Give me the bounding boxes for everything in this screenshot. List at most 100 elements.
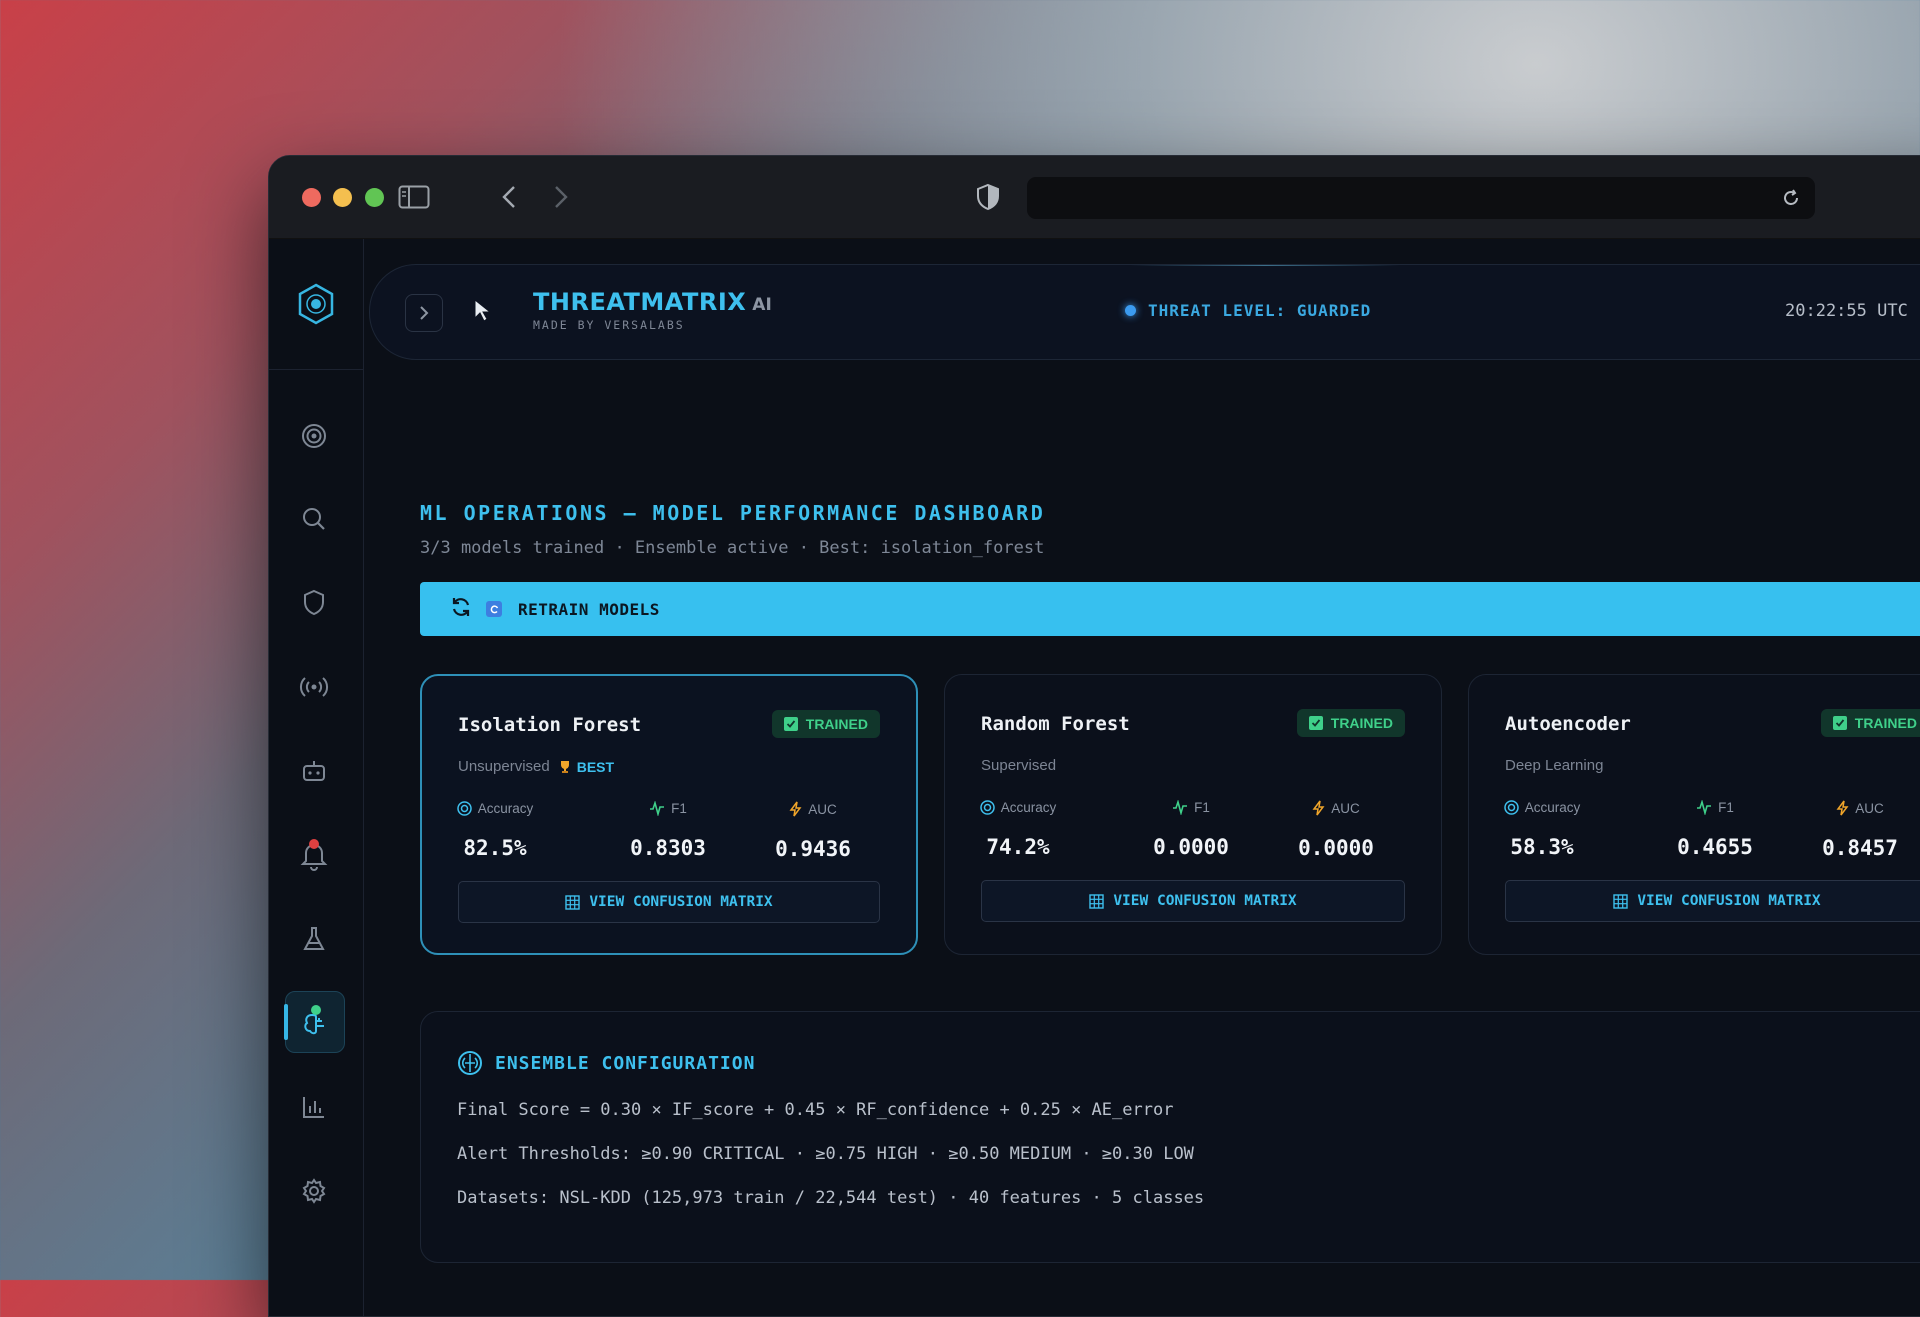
sidebar-item-search[interactable] <box>285 489 343 549</box>
metric-auc: AUC 0.0000 <box>1266 800 1406 861</box>
model-type: Supervised <box>981 757 1056 774</box>
hexagon-logo-icon <box>298 283 334 325</box>
metric-label: Accuracy <box>1524 800 1581 815</box>
page-subtitle: 3/3 models trained · Ensemble active · B… <box>420 538 1045 558</box>
model-card-random-forest[interactable]: Random Forest TRAINED Supervised Accurac… <box>944 674 1442 955</box>
page-title: ML OPERATIONS — MODEL PERFORMANCE DASHBO… <box>420 501 1046 525</box>
status-badge-label: TRAINED <box>1330 715 1393 731</box>
sidebar-item-settings[interactable] <box>285 1161 343 1221</box>
activity-icon <box>1173 800 1188 815</box>
metric-value: 74.2% <box>986 835 1050 859</box>
metric-f1: F1 0.0000 <box>1121 800 1261 859</box>
flask-icon <box>303 927 325 950</box>
model-name: Autoencoder <box>1505 713 1631 735</box>
sidebar-item-lab[interactable] <box>285 909 343 969</box>
shield-icon <box>304 589 324 616</box>
metric-value: 58.3% <box>1510 835 1574 859</box>
view-confusion-matrix-button[interactable]: VIEW CONFUSION MATRIX <box>458 881 880 923</box>
app-header: THREATMATRIX AI MADE BY VERSALABS THREAT … <box>369 264 1920 360</box>
back-icon[interactable] <box>499 178 519 216</box>
reload-icon[interactable] <box>1781 188 1801 213</box>
bell-icon <box>300 839 328 871</box>
address-bar[interactable] <box>1027 177 1815 219</box>
activity-icon <box>1697 800 1712 815</box>
metric-label: AUC <box>808 801 837 817</box>
ensemble-configuration-panel: ENSEMBLE CONFIGURATION Final Score = 0.3… <box>420 1011 1920 1263</box>
view-confusion-matrix-button[interactable]: VIEW CONFUSION MATRIX <box>981 880 1405 922</box>
minimize-window-button[interactable] <box>333 188 352 207</box>
metric-value: 0.4655 <box>1677 835 1753 859</box>
brain-icon <box>304 1005 324 1035</box>
grid-icon <box>565 894 581 910</box>
metric-value: 0.0000 <box>1298 836 1374 860</box>
privacy-shield-icon[interactable] <box>974 178 1002 216</box>
sidebar-toggle-icon[interactable] <box>397 178 431 216</box>
metric-value: 0.8303 <box>630 836 706 860</box>
sidebar-item-automation[interactable] <box>285 741 343 801</box>
forward-icon[interactable] <box>551 178 571 216</box>
sidebar-item-ml-ops[interactable] <box>284 991 345 1053</box>
ensemble-thresholds: Alert Thresholds: ≥0.90 CRITICAL · ≥0.75… <box>457 1144 1194 1164</box>
model-card-isolation-forest[interactable]: Isolation Forest TRAINED Unsupervised BE… <box>420 674 918 955</box>
trophy-icon <box>560 760 569 773</box>
ensemble-formula: Final Score = 0.30 × IF_score + 0.45 × R… <box>457 1100 1174 1120</box>
app-sidebar <box>269 239 364 1316</box>
grid-icon <box>1089 893 1105 909</box>
metric-f1: F1 0.8303 <box>598 801 738 860</box>
metric-accuracy: Accuracy 74.2% <box>948 800 1088 859</box>
maximize-window-button[interactable] <box>365 188 384 207</box>
model-name: Random Forest <box>981 713 1130 735</box>
lightning-icon <box>1836 800 1849 816</box>
view-confusion-matrix-label: VIEW CONFUSION MATRIX <box>1637 893 1821 909</box>
brain-circuit-icon <box>458 1051 482 1075</box>
model-type-label: Unsupervised <box>458 758 550 775</box>
metric-auc: AUC 0.9436 <box>743 801 883 862</box>
activity-icon <box>650 801 665 816</box>
grid-icon <box>1613 893 1629 909</box>
metric-label: F1 <box>1718 800 1734 815</box>
broadcast-icon <box>299 677 329 697</box>
search-icon <box>303 508 325 530</box>
sidebar-item-security[interactable] <box>285 573 343 633</box>
main-content: THREATMATRIX AI MADE BY VERSALABS THREAT … <box>364 239 1920 1316</box>
model-name: Isolation Forest <box>458 714 642 736</box>
browser-window: THREATMATRIX AI MADE BY VERSALABS THREAT … <box>268 155 1920 1317</box>
metric-value: 0.8457 <box>1822 836 1898 860</box>
ensemble-title-label: ENSEMBLE CONFIGURATION <box>495 1052 756 1074</box>
gear-icon <box>302 1178 326 1204</box>
sidebar-item-alerts[interactable] <box>285 825 343 885</box>
model-type-label: Supervised <box>981 757 1057 774</box>
sidebar-item-overview[interactable] <box>285 406 343 466</box>
target-icon <box>302 424 326 448</box>
view-confusion-matrix-label: VIEW CONFUSION MATRIX <box>589 894 773 910</box>
metric-label: AUC <box>1855 800 1884 816</box>
metric-label: AUC <box>1331 800 1360 816</box>
metric-f1: F1 0.4655 <box>1645 800 1785 859</box>
brand-subtitle: MADE BY VERSALABS <box>533 318 685 332</box>
view-confusion-matrix-button[interactable]: VIEW CONFUSION MATRIX <box>1505 880 1920 922</box>
sidebar-item-network[interactable] <box>285 657 343 717</box>
app-logo[interactable] <box>269 239 363 370</box>
metric-value: 82.5% <box>463 836 527 860</box>
cursor-icon <box>473 298 493 327</box>
best-badge: BEST <box>558 759 614 775</box>
status-badge: TRAINED <box>771 710 880 738</box>
brand-title: THREATMATRIX <box>533 288 747 316</box>
retrain-models-button[interactable]: RETRAIN MODELS <box>420 582 1920 636</box>
robot-icon <box>303 761 325 781</box>
target-icon <box>979 800 995 815</box>
metric-value: 0.0000 <box>1153 835 1229 859</box>
sidebar-item-analytics[interactable] <box>285 1077 343 1137</box>
checkmark-icon <box>1832 716 1847 730</box>
chevron-right-icon <box>420 306 429 320</box>
metric-accuracy: Accuracy 58.3% <box>1472 800 1612 859</box>
model-card-autoencoder[interactable]: Autoencoder TRAINED Deep Learning Accura… <box>1468 674 1920 955</box>
checkmark-icon <box>783 717 798 731</box>
retrain-emoji-icon <box>486 601 502 617</box>
header-accent-line <box>1130 265 1400 266</box>
status-badge-label: TRAINED <box>805 716 868 732</box>
target-icon <box>456 801 472 816</box>
status-badge: TRAINED <box>1296 709 1405 737</box>
expand-sidebar-button[interactable] <box>405 294 443 332</box>
close-window-button[interactable] <box>302 188 321 207</box>
